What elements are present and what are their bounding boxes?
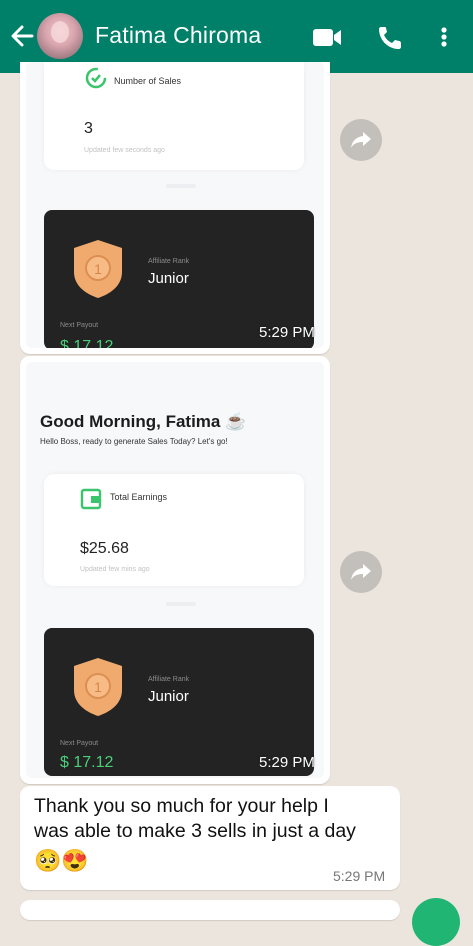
phone-call-icon[interactable] (374, 22, 408, 52)
payout-label: Next Payout (60, 322, 99, 329)
image-message[interactable]: Number of Sales 3 Updated few seconds ag… (20, 62, 330, 354)
scroll-down-button[interactable] (412, 898, 460, 946)
rank-badge-icon: 1 (74, 240, 122, 298)
message-emoji: 🥺😍 (34, 848, 89, 873)
wallet-icon (80, 488, 102, 510)
message-time: 5:29 PM (259, 324, 315, 341)
message-line: was able to make 3 sells in just a day (34, 820, 356, 842)
stat-subtext: Updated few seconds ago (84, 147, 165, 154)
more-vert-icon[interactable] (430, 22, 458, 52)
stat-label: Number of Sales (114, 76, 182, 86)
video-call-icon[interactable] (310, 22, 344, 52)
message-time: 5:29 PM (333, 868, 386, 884)
badge-number: 1 (94, 261, 102, 277)
dots-divider (166, 602, 196, 606)
text-message[interactable]: Thank you so much for your help I was ab… (20, 786, 400, 890)
tier-name: Junior (148, 270, 189, 287)
dots-divider (166, 184, 196, 188)
greeting-subtext: Hello Boss, ready to generate Sales Toda… (40, 437, 228, 446)
stat-value: $25.68 (80, 540, 129, 557)
refresh-check-icon (85, 67, 107, 89)
greeting: Good Morning, Fatima ☕ (40, 412, 247, 431)
message-time: 5:29 PM (259, 754, 315, 771)
stat-value: 3 (84, 120, 93, 137)
badge-number: 1 (94, 679, 102, 695)
avatar[interactable] (37, 13, 83, 59)
image-message[interactable]: Good Morning, Fatima ☕ Hello Boss, ready… (20, 356, 330, 784)
contact-name[interactable]: Fatima Chiroma (95, 22, 261, 49)
forward-button[interactable] (340, 119, 382, 161)
stat-label: Total Earnings (110, 492, 168, 502)
forward-icon (351, 564, 371, 580)
next-message-preview (20, 900, 400, 920)
payout-value: $ 17.12 (60, 754, 114, 771)
forward-button[interactable] (340, 551, 382, 593)
payout-label: Next Payout (60, 740, 99, 747)
tier-label: Affiliate Rank (148, 258, 190, 265)
rank-badge-icon: 1 (74, 658, 122, 716)
back-arrow-icon[interactable] (8, 20, 36, 52)
payout-value: $ 17.12 (60, 338, 114, 348)
tier-label: Affiliate Rank (148, 676, 190, 683)
message-line: Thank you so much for your help I (34, 795, 329, 817)
stat-subtext: Updated few mins ago (80, 566, 150, 573)
tier-name: Junior (148, 688, 189, 705)
forward-icon (351, 132, 371, 148)
